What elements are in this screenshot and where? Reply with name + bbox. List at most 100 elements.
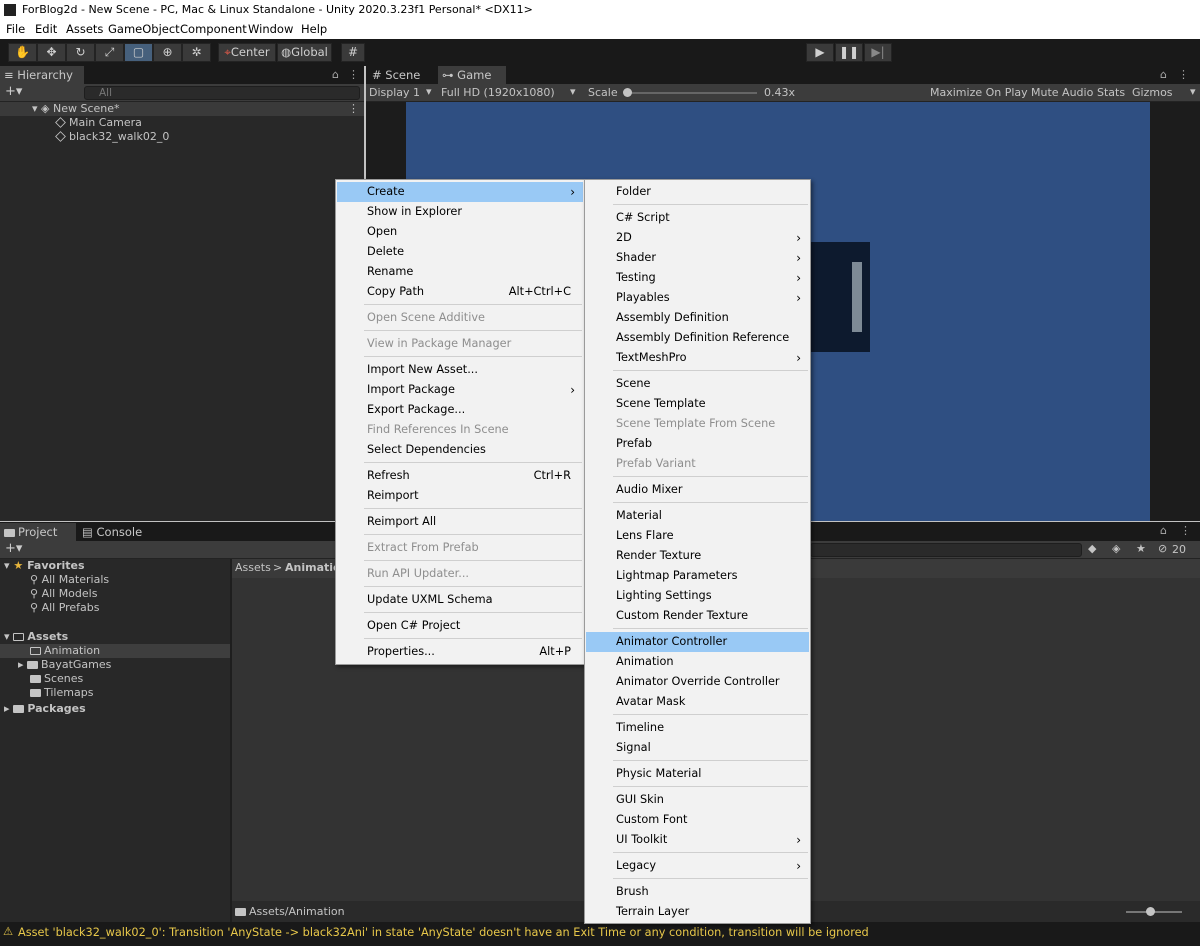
create-gui-skin[interactable]: GUI Skin <box>586 790 809 810</box>
create-lightmap-parameters[interactable]: Lightmap Parameters <box>586 566 809 586</box>
menu-assets[interactable]: Assets <box>66 22 103 36</box>
menu-gameobject[interactable]: GameObject <box>108 22 180 36</box>
lock-icon[interactable]: ⌂ <box>1160 524 1167 537</box>
project-search-input[interactable] <box>810 543 1082 557</box>
create-custom-font[interactable]: Custom Font <box>586 810 809 830</box>
create-brush[interactable]: Brush <box>586 882 809 902</box>
scale-slider[interactable] <box>623 88 757 97</box>
create-animator-controller[interactable]: Animator Controller <box>586 632 809 652</box>
kebab-menu-icon[interactable]: ⋮ <box>348 68 359 81</box>
add-icon[interactable]: +▾ <box>5 541 22 556</box>
create-render-texture[interactable]: Render Texture <box>586 546 809 566</box>
create-material[interactable]: Material <box>586 506 809 526</box>
rect-tool-icon[interactable]: ▢ <box>124 43 153 62</box>
menu-item-extract-from-prefab[interactable]: Extract From Prefab <box>337 538 583 558</box>
menu-edit[interactable]: Edit <box>35 22 57 36</box>
stats-toggle[interactable]: Stats <box>1097 86 1125 99</box>
menu-item-rename[interactable]: Rename <box>337 262 583 282</box>
icon-size-slider-handle[interactable] <box>1146 907 1155 916</box>
kebab-menu-icon[interactable]: ⋮ <box>1180 524 1191 537</box>
folder-item[interactable]: ▸ BayatGames <box>18 658 111 672</box>
menu-item-properties[interactable]: Properties... Alt+P <box>337 642 583 662</box>
add-icon[interactable]: +▾ <box>5 84 22 99</box>
hierarchy-search-input[interactable]: All <box>84 86 360 100</box>
folder-item[interactable]: Tilemaps <box>30 686 93 700</box>
search-by-label-icon[interactable]: ◈ <box>1112 542 1120 555</box>
play-button[interactable]: ▶ <box>806 43 834 62</box>
menu-item-select-dependencies[interactable]: Select Dependencies <box>337 440 583 460</box>
hand-tool-icon[interactable]: ✋ <box>8 43 37 62</box>
scale-slider-handle[interactable] <box>623 88 632 97</box>
menu-item-reimport[interactable]: Reimport <box>337 486 583 506</box>
rotate-tool-icon[interactable]: ↻ <box>66 43 95 62</box>
menu-item-open-scene-additive[interactable]: Open Scene Additive <box>337 308 583 328</box>
menu-item-find-references[interactable]: Find References In Scene <box>337 420 583 440</box>
search-by-type-icon[interactable]: ◆ <box>1088 542 1096 555</box>
menu-item-create[interactable]: Create › <box>337 182 583 202</box>
breadcrumb-root[interactable]: Assets <box>235 561 271 574</box>
create-2d[interactable]: 2D › <box>586 228 809 248</box>
menu-item-import-new-asset[interactable]: Import New Asset... <box>337 360 583 380</box>
menu-file[interactable]: File <box>6 22 25 36</box>
menu-help[interactable]: Help <box>301 22 327 36</box>
maximize-on-play-toggle[interactable]: Maximize On Play <box>930 86 1028 99</box>
create-playables[interactable]: Playables › <box>586 288 809 308</box>
display-dropdown[interactable]: Display 1 <box>369 86 420 99</box>
hierarchy-item[interactable]: Main Camera <box>55 116 142 130</box>
folder-item[interactable]: Animation <box>0 644 230 658</box>
lock-icon[interactable]: ⌂ <box>1160 68 1167 81</box>
scale-tool-icon[interactable]: ⤢ <box>95 43 124 62</box>
menu-item-view-in-package-manager[interactable]: View in Package Manager <box>337 334 583 354</box>
favorites-header[interactable]: ▾ ★ Favorites <box>4 559 85 573</box>
create-signal[interactable]: Signal <box>586 738 809 758</box>
hidden-packages-icon[interactable]: ⊘ <box>1158 542 1167 555</box>
tab-project[interactable]: Project <box>0 523 76 541</box>
kebab-menu-icon[interactable]: ⋮ <box>1178 68 1189 81</box>
grid-snap-icon[interactable]: # <box>341 43 365 62</box>
create-scene-template[interactable]: Scene Template <box>586 394 809 414</box>
favorite-icon[interactable]: ★ <box>1136 542 1146 555</box>
menu-item-update-uxml-schema[interactable]: Update UXML Schema <box>337 590 583 610</box>
custom-tool-icon[interactable]: ✲ <box>182 43 211 62</box>
menu-item-export-package[interactable]: Export Package... <box>337 400 583 420</box>
tab-hierarchy[interactable]: ≡ Hierarchy <box>0 66 84 84</box>
tab-console[interactable]: ▤ Console <box>78 523 152 541</box>
lock-icon[interactable]: ⌂ <box>332 68 339 81</box>
assets-header[interactable]: ▾ Assets <box>4 630 68 644</box>
tab-game[interactable]: ⊶ Game <box>438 66 506 84</box>
transform-tool-icon[interactable]: ⊕ <box>153 43 182 62</box>
gizmos-toggle[interactable]: Gizmos <box>1132 86 1173 99</box>
menu-item-copy-path[interactable]: Copy Path Alt+Ctrl+C <box>337 282 583 302</box>
create-lighting-settings[interactable]: Lighting Settings <box>586 586 809 606</box>
menu-item-refresh[interactable]: Refresh Ctrl+R <box>337 466 583 486</box>
favorite-item[interactable]: ⚲ All Materials <box>30 573 109 587</box>
step-button[interactable]: ▶| <box>864 43 892 62</box>
scene-menu-icon[interactable]: ⋮ <box>348 102 359 116</box>
tab-scene[interactable]: # Scene <box>368 66 438 84</box>
scene-row[interactable]: ▾ ◈ New Scene* ⋮ <box>0 102 364 116</box>
menu-item-show-in-explorer[interactable]: Show in Explorer <box>337 202 583 222</box>
create-custom-render-texture[interactable]: Custom Render Texture <box>586 606 809 626</box>
menu-item-open-csharp-project[interactable]: Open C# Project <box>337 616 583 636</box>
hierarchy-item[interactable]: black32_walk02_0 <box>55 130 169 144</box>
create-timeline[interactable]: Timeline <box>586 718 809 738</box>
pivot-rotation-toggle[interactable]: ◍Global <box>277 43 332 62</box>
create-animator-override-controller[interactable]: Animator Override Controller <box>586 672 809 692</box>
menu-window[interactable]: Window <box>248 22 293 36</box>
menu-component[interactable]: Component <box>180 22 247 36</box>
menu-item-delete[interactable]: Delete <box>337 242 583 262</box>
create-textmeshpro[interactable]: TextMeshPro › <box>586 348 809 368</box>
create-avatar-mask[interactable]: Avatar Mask <box>586 692 809 712</box>
create-shader[interactable]: Shader › <box>586 248 809 268</box>
menu-item-reimport-all[interactable]: Reimport All <box>337 512 583 532</box>
menu-item-open[interactable]: Open <box>337 222 583 242</box>
create-ui-toolkit[interactable]: UI Toolkit › <box>586 830 809 850</box>
pause-button[interactable]: ❚❚ <box>835 43 863 62</box>
create-folder[interactable]: Folder <box>586 182 809 202</box>
create-csharp-script[interactable]: C# Script <box>586 208 809 228</box>
mute-audio-toggle[interactable]: Mute Audio <box>1031 86 1093 99</box>
create-audio-mixer[interactable]: Audio Mixer <box>586 480 809 500</box>
create-prefab-variant[interactable]: Prefab Variant <box>586 454 809 474</box>
favorite-item[interactable]: ⚲ All Prefabs <box>30 601 100 615</box>
pivot-mode-toggle[interactable]: ⌖Center <box>218 43 276 62</box>
